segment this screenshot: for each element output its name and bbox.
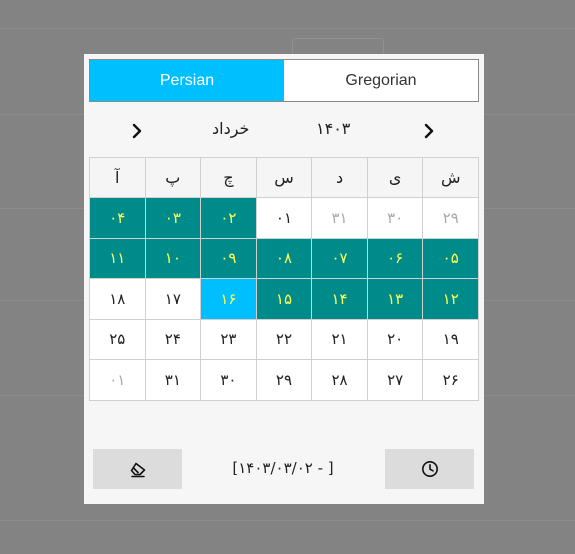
day-cell[interactable]: ۱۹ [423, 319, 479, 360]
weekday-header: ش ی د س چ پ آ [89, 158, 479, 198]
weekday-label: ش [423, 158, 479, 198]
year-label[interactable]: ۱۴۰۳ [316, 119, 350, 138]
day-cell[interactable]: ۱۶ [201, 279, 257, 320]
day-cell[interactable]: ۲۹ [423, 198, 479, 239]
day-cell[interactable]: ۱۷ [145, 279, 202, 320]
day-cell[interactable]: ۲۲ [256, 319, 313, 360]
weekday-label: آ [89, 158, 146, 198]
day-cell[interactable]: ۱۳ [367, 279, 424, 320]
day-cell[interactable]: ۲۵ [89, 319, 146, 360]
eraser-icon [130, 462, 145, 478]
day-cell[interactable]: ۰۳ [145, 198, 202, 239]
clock-icon [421, 461, 438, 477]
day-cell[interactable]: ۲۳ [201, 319, 257, 360]
weekday-label: ی [367, 158, 424, 198]
week-row: ۰۵ ۰۶ ۰۷ ۰۸ ۰۹ ۱۰ ۱۱ [89, 238, 479, 279]
weekday-label: چ [201, 158, 257, 198]
week-row: ۲۶ ۲۷ ۲۸ ۲۹ ۳۰ ۳۱ ۰۱ [89, 360, 479, 401]
month-label[interactable]: خرداد [212, 119, 249, 138]
day-cell[interactable]: ۰۹ [201, 238, 257, 279]
date-picker-dialog: Persian Gregorian خرداد ۱۴۰۳ ش ی د س چ پ… [84, 54, 484, 504]
day-cell[interactable]: ۲۸ [312, 360, 368, 401]
day-cell[interactable]: ۲۶ [423, 360, 479, 401]
week-row: ۱۲ ۱۳ ۱۴ ۱۵ ۱۶ ۱۷ ۱۸ [89, 279, 479, 320]
day-cell[interactable]: ۲۹ [256, 360, 313, 401]
calendar-type-tabs: Persian Gregorian [89, 59, 479, 102]
week-row: ۱۹ ۲۰ ۲۱ ۲۲ ۲۳ ۲۴ ۲۵ [89, 319, 479, 360]
clear-button[interactable] [93, 449, 182, 489]
background-divider [0, 28, 575, 29]
weeks: ۲۹ ۳۰ ۳۱ ۰۱ ۰۲ ۰۳ ۰۴ ۰۵ ۰۶ ۰۷ ۰۸ ۰۹ ۱۰ ۱۱ ۱۲ ۱۳ ۱۴ ۱۵ ۱۶ ۱۷… [89, 198, 479, 401]
day-cell[interactable]: ۱۵ [256, 279, 313, 320]
day-cell[interactable]: ۲۴ [145, 319, 202, 360]
tab-gregorian[interactable]: Gregorian [284, 60, 478, 101]
day-cell[interactable]: ۱۲ [423, 279, 479, 320]
selected-range-text: [۱۴۰۳/۰۳/۰۲ - ] [232, 459, 334, 477]
calendar-grid: ش ی د س چ پ آ ۲۹ ۳۰ ۳۱ ۰۱ ۰۲ ۰۳ ۰۴ ۰۵ ۰۶ ۰۷ ۰۸ ۰۹ ۱۰… [89, 157, 479, 401]
chevron-left-icon[interactable] [124, 118, 150, 144]
day-cell[interactable]: ۰۱ [256, 198, 313, 239]
week-row: ۲۹ ۳۰ ۳۱ ۰۱ ۰۲ ۰۳ ۰۴ [89, 198, 479, 239]
weekday-label: س [256, 158, 313, 198]
day-cell[interactable]: ۰۲ [201, 198, 257, 239]
month-navigation: خرداد ۱۴۰۳ [89, 112, 479, 150]
day-cell[interactable]: ۰۵ [423, 238, 479, 279]
day-cell[interactable]: ۱۸ [89, 279, 146, 320]
day-cell[interactable]: ۳۰ [367, 198, 424, 239]
day-cell[interactable]: ۳۱ [312, 198, 368, 239]
picker-footer: [۱۴۰۳/۰۳/۰۲ - ] [93, 449, 475, 489]
day-cell[interactable]: ۳۰ [201, 360, 257, 401]
weekday-label: پ [145, 158, 202, 198]
day-cell[interactable]: ۲۰ [367, 319, 424, 360]
day-cell[interactable]: ۰۱ [89, 360, 146, 401]
day-cell[interactable]: ۲۷ [367, 360, 424, 401]
day-cell[interactable]: ۰۷ [312, 238, 368, 279]
day-cell[interactable]: ۲۱ [312, 319, 368, 360]
chevron-right-icon[interactable] [416, 118, 442, 144]
tab-persian[interactable]: Persian [90, 60, 284, 101]
day-cell[interactable]: ۰۶ [367, 238, 424, 279]
day-cell[interactable]: ۱۱ [89, 238, 146, 279]
weekday-label: د [312, 158, 368, 198]
background-divider [0, 520, 575, 521]
day-cell[interactable]: ۰۴ [89, 198, 146, 239]
day-cell[interactable]: ۱۴ [312, 279, 368, 320]
day-cell[interactable]: ۰۸ [256, 238, 313, 279]
day-cell[interactable]: ۱۰ [145, 238, 202, 279]
time-button[interactable] [385, 449, 474, 489]
day-cell[interactable]: ۳۱ [145, 360, 202, 401]
